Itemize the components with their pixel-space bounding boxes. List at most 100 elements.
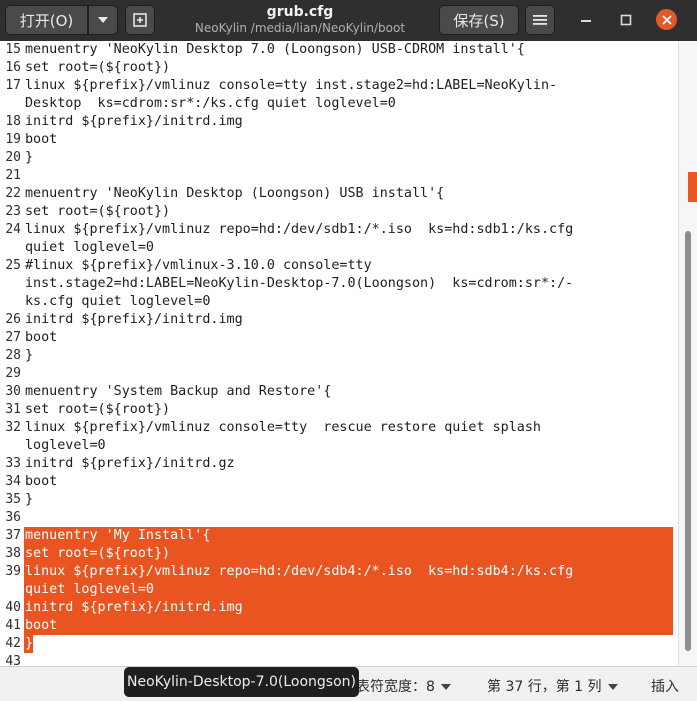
line-text: }: [25, 492, 34, 507]
maximize-icon: [620, 14, 632, 26]
tooltip: NeoKylin-Desktop-7.0(Loongson): [124, 667, 359, 697]
code-line[interactable]: 42}: [0, 635, 678, 653]
close-icon: [661, 14, 672, 25]
insert-mode[interactable]: 插入: [651, 676, 679, 696]
line-number: 16: [5, 60, 21, 75]
minimize-button[interactable]: [576, 10, 596, 30]
open-button-label: 打开(O): [19, 11, 74, 30]
code-line[interactable]: 28}: [0, 347, 678, 365]
line-number: 27: [5, 330, 21, 345]
line-text: set root=(${root}): [25, 546, 171, 561]
vertical-scrollbar[interactable]: [678, 41, 697, 666]
text-editor[interactable]: 15 menuentry 'NeoKylin Desktop 7.0 (Loong…: [0, 41, 678, 666]
line-text: quiet loglevel=0: [25, 240, 154, 255]
line-number: 21: [5, 168, 21, 183]
scrollbar-thumb[interactable]: [685, 231, 691, 651]
hamburger-menu-button[interactable]: [525, 5, 555, 35]
line-text: boot: [25, 132, 58, 147]
code-line[interactable]: quiet loglevel=0: [0, 239, 678, 257]
tab-width-selector[interactable]: 表符宽度：8: [356, 676, 451, 696]
line-text: initrd ${prefix}/initrd.img: [25, 312, 243, 327]
open-dropdown-button[interactable]: [88, 5, 118, 35]
minimize-icon: [581, 20, 591, 22]
line-text: initrd ${prefix}/initrd.gz: [25, 456, 235, 471]
code-line[interactable]: 21: [0, 167, 678, 185]
tooltip-text: NeoKylin-Desktop-7.0(Loongson): [127, 674, 356, 690]
maximize-button[interactable]: [616, 10, 636, 30]
line-text: set root=(${root}): [25, 60, 171, 75]
code-line[interactable]: 15 menuentry 'NeoKylin Desktop 7.0 (Loong…: [0, 41, 678, 59]
code-line[interactable]: 43: [0, 653, 678, 666]
open-button[interactable]: 打开(O): [5, 5, 88, 35]
window-title: grub.cfg: [266, 4, 334, 20]
code-line[interactable]: 41 boot: [0, 617, 678, 635]
code-line[interactable]: 36: [0, 509, 678, 527]
code-line[interactable]: 30 menuentry 'System Backup and Restore'{: [0, 383, 678, 401]
line-text: boot: [25, 330, 58, 345]
code-line[interactable]: 29: [0, 365, 678, 383]
line-number: 36: [5, 510, 21, 525]
code-line[interactable]: quiet loglevel=0: [0, 581, 678, 599]
line-number: 33: [5, 456, 21, 471]
window-path: NeoKylin /media/lian/NeoKylin/boot: [194, 21, 406, 35]
tab-width-label: 表符宽度：8: [356, 679, 435, 695]
code-line[interactable]: 35}: [0, 491, 678, 509]
code-line[interactable]: 23 set root=(${root}): [0, 203, 678, 221]
line-text: boot: [25, 474, 58, 489]
code-line[interactable]: ks.cfg quiet loglevel=0: [0, 293, 678, 311]
line-text: menuentry 'System Backup and Restore'{: [25, 384, 332, 399]
line-text: initrd ${prefix}/initrd.img: [25, 600, 243, 615]
code-line[interactable]: inst.stage2=hd:LABEL=NeoKylin-Desktop-7.…: [0, 275, 678, 293]
code-line[interactable]: 37 menuentry 'My Install'{: [0, 527, 678, 545]
line-number: 15: [5, 42, 21, 57]
save-button[interactable]: 保存(S): [439, 5, 519, 35]
line-number: 23: [5, 204, 21, 219]
code-line[interactable]: 18 initrd ${prefix}/initrd.img: [0, 113, 678, 131]
line-number: 28: [5, 348, 21, 363]
line-number: 24: [5, 222, 21, 237]
code-line[interactable]: 34 boot: [0, 473, 678, 491]
line-number: 26: [5, 312, 21, 327]
code-line[interactable]: 16 set root=(${root}): [0, 59, 678, 77]
code-line[interactable]: 26 initrd ${prefix}/initrd.img: [0, 311, 678, 329]
line-number: 20: [5, 150, 21, 165]
code-line[interactable]: 31 set root=(${root}): [0, 401, 678, 419]
line-number: 43: [5, 654, 21, 666]
line-text: #linux ${prefix}/vmlinux-3.10.0 console=…: [25, 258, 372, 273]
code-line[interactable]: 24 linux ${prefix}/vmlinuz repo=hd:/dev/s…: [0, 221, 678, 239]
close-button[interactable]: [656, 9, 677, 30]
cursor-position-selector[interactable]: 第 37 行，第 1 列: [487, 676, 618, 696]
code-line[interactable]: 39 linux ${prefix}/vmlinuz repo=hd:/dev/s…: [0, 563, 678, 581]
line-number: 18: [5, 114, 21, 129]
code-line[interactable]: 22 menuentry 'NeoKylin Desktop (Loongson)…: [0, 185, 678, 203]
line-number: 32: [5, 420, 21, 435]
line-text: Desktop ks=cdrom:sr*:/ks.cfg quiet logle…: [25, 96, 396, 111]
line-text: quiet loglevel=0: [25, 582, 154, 597]
code-line[interactable]: 17 linux ${prefix}/vmlinuz console=tty in…: [0, 77, 678, 95]
line-number: 29: [5, 366, 21, 381]
line-number: 25: [5, 258, 21, 273]
line-number: 35: [5, 492, 21, 507]
new-document-icon: [133, 13, 147, 27]
code-line[interactable]: 32 linux ${prefix}/vmlinuz console=tty re…: [0, 419, 678, 437]
cursor-position-label: 第 37 行，第 1 列: [487, 679, 602, 695]
line-number: 41: [5, 618, 21, 633]
code-line[interactable]: 27 boot: [0, 329, 678, 347]
line-text: initrd ${prefix}/initrd.img: [25, 114, 243, 129]
new-document-button[interactable]: [125, 5, 155, 35]
code-line[interactable]: 20}: [0, 149, 678, 167]
code-line[interactable]: 38 set root=(${root}): [0, 545, 678, 563]
code-line[interactable]: 25 #linux ${prefix}/vmlinux-3.10.0 consol…: [0, 257, 678, 275]
code-line[interactable]: Desktop ks=cdrom:sr*:/ks.cfg quiet logle…: [0, 95, 678, 113]
line-text: }: [25, 150, 34, 165]
line-number: 37: [5, 528, 21, 543]
code-line[interactable]: loglevel=0: [0, 437, 678, 455]
line-text: }: [25, 348, 34, 363]
code-line[interactable]: 40 initrd ${prefix}/initrd.img: [0, 599, 678, 617]
line-text: menuentry 'NeoKylin Desktop (Loongson) U…: [25, 186, 445, 201]
code-line[interactable]: 19 boot: [0, 131, 678, 149]
line-number: 19: [5, 132, 21, 147]
chevron-down-icon: [607, 684, 618, 690]
line-text: linux ${prefix}/vmlinuz repo=hd:/dev/sdb…: [25, 222, 574, 237]
code-line[interactable]: 33 initrd ${prefix}/initrd.gz: [0, 455, 678, 473]
